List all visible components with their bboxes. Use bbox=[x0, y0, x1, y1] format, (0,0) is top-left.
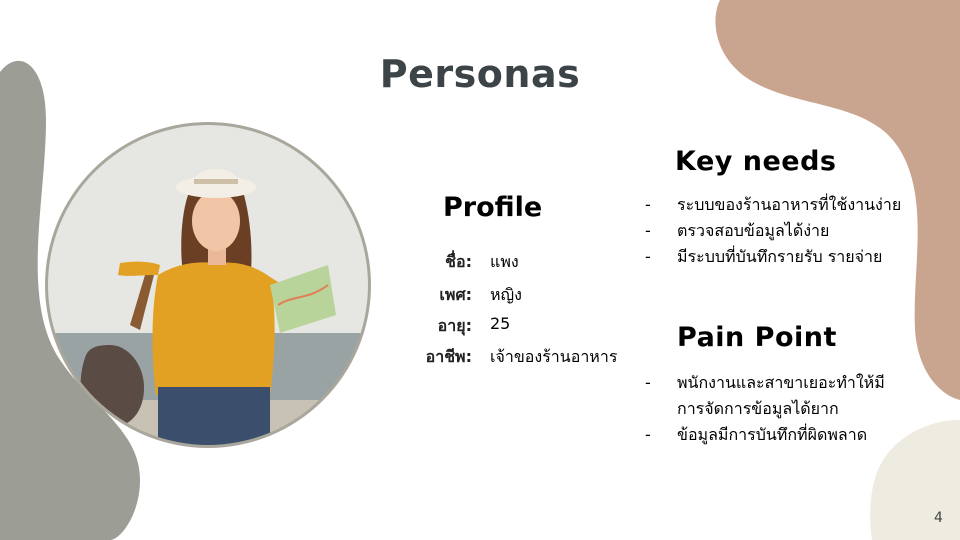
age-label: อายุ: bbox=[437, 316, 472, 335]
slide: Personas Profile ชื่อ: แพง เพศ: หญิง อาย… bbox=[0, 0, 960, 540]
age-value: 25 bbox=[490, 314, 511, 333]
key-need-item: - ระบบของร้านอาหารที่ใช้งานง่าย bbox=[0, 192, 960, 218]
pain-point-heading: Pain Point bbox=[677, 322, 837, 353]
bullet-dash: - bbox=[645, 221, 651, 240]
gender-label: เพศ: bbox=[439, 285, 472, 304]
key-need-text: ตรวจสอบข้อมูลได้ง่าย bbox=[677, 221, 830, 240]
pain-point-text-line1: พนักงานและสาขาเยอะทำให้มี bbox=[677, 373, 885, 392]
pain-point-item: - ข้อมูลมีการบันทึกที่ผิดพลาด bbox=[0, 422, 960, 448]
page-number: 4 bbox=[934, 510, 943, 526]
key-need-item: - ตรวจสอบข้อมูลได้ง่าย bbox=[0, 218, 960, 244]
bullet-dash: - bbox=[645, 373, 651, 392]
pain-point-item: - พนักงานและสาขาเยอะทำให้มี การจัดการข้อ… bbox=[0, 370, 960, 422]
slide-title: Personas bbox=[379, 52, 581, 96]
key-need-item: - มีระบบที่บันทึกรายรับ รายจ่าย bbox=[0, 244, 960, 270]
key-need-text: มีระบบที่บันทึกรายรับ รายจ่าย bbox=[677, 247, 883, 266]
hat-band bbox=[194, 179, 238, 184]
bullet-dash: - bbox=[645, 247, 651, 266]
pain-point-text: ข้อมูลมีการบันทึกที่ผิดพลาด bbox=[677, 425, 868, 444]
occupation-value: เจ้าของร้านอาหาร bbox=[490, 347, 618, 366]
bullet-dash: - bbox=[645, 195, 651, 214]
key-need-text: ระบบของร้านอาหารที่ใช้งานง่าย bbox=[677, 195, 902, 214]
occupation-label: อาชีพ: bbox=[425, 347, 472, 366]
bullet-dash: - bbox=[645, 425, 651, 444]
pain-point-text-line2: การจัดการข้อมูลได้ยาก bbox=[677, 399, 839, 418]
gender-value: หญิง bbox=[490, 285, 522, 304]
key-needs-heading: Key needs bbox=[675, 146, 837, 177]
